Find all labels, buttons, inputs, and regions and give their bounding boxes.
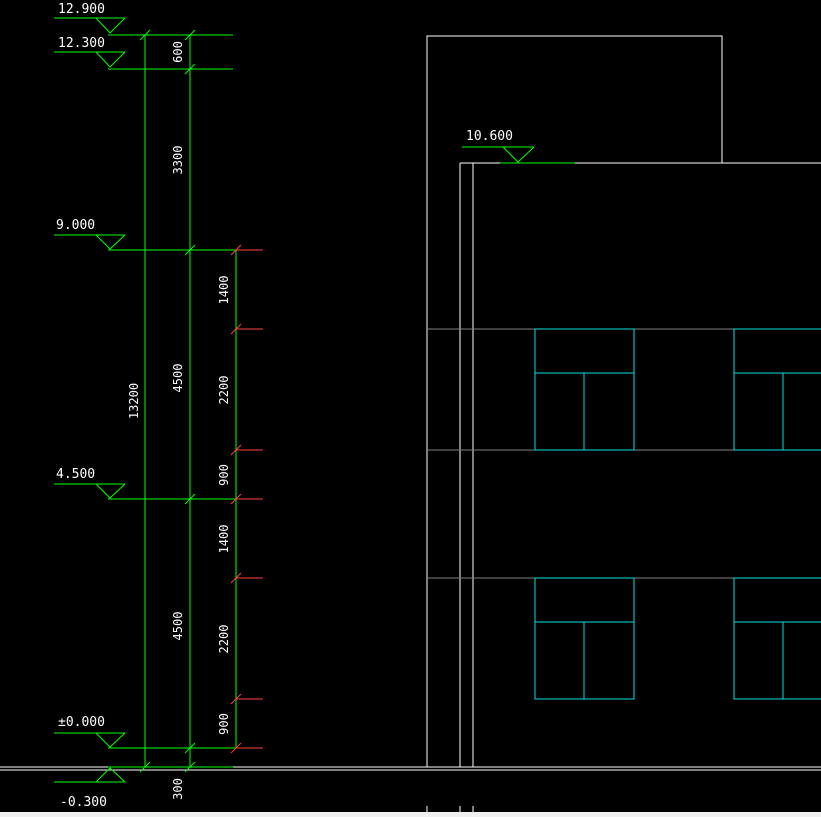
elevation-label-9000: 9.000 xyxy=(56,218,95,233)
elevation-label-minus0300: -0.300 xyxy=(60,795,107,810)
dimension-2200-lower: 2200 xyxy=(217,625,231,654)
dimension-1400-lower: 1400 xyxy=(217,525,231,554)
dimension-2200-upper: 2200 xyxy=(217,376,231,405)
dimension-900-lower: 900 xyxy=(217,713,231,735)
dimension-300: 300 xyxy=(171,778,185,800)
dimension-3300: 3300 xyxy=(171,146,185,175)
dimension-4500-upper: 4500 xyxy=(171,364,185,393)
elevation-label-4500: 4.500 xyxy=(56,467,95,482)
elevation-label-12900: 12.900 xyxy=(58,2,105,17)
dimension-4500-lower: 4500 xyxy=(171,612,185,641)
dimension-900-upper: 900 xyxy=(217,464,231,486)
cad-elevation-drawing[interactable]: 12.900 12.300 10.600 9.000 4.500 ±0.000 … xyxy=(0,0,821,817)
elevation-label-12300: 12.300 xyxy=(58,36,105,51)
elevation-label-0000: ±0.000 xyxy=(58,715,105,730)
dimension-total: 13200 xyxy=(127,383,141,419)
elevation-label-10600: 10.600 xyxy=(466,129,513,144)
dimension-600: 600 xyxy=(171,41,185,63)
dimension-1400-upper: 1400 xyxy=(217,276,231,305)
status-strip xyxy=(0,812,821,817)
drawing-background xyxy=(0,0,821,817)
